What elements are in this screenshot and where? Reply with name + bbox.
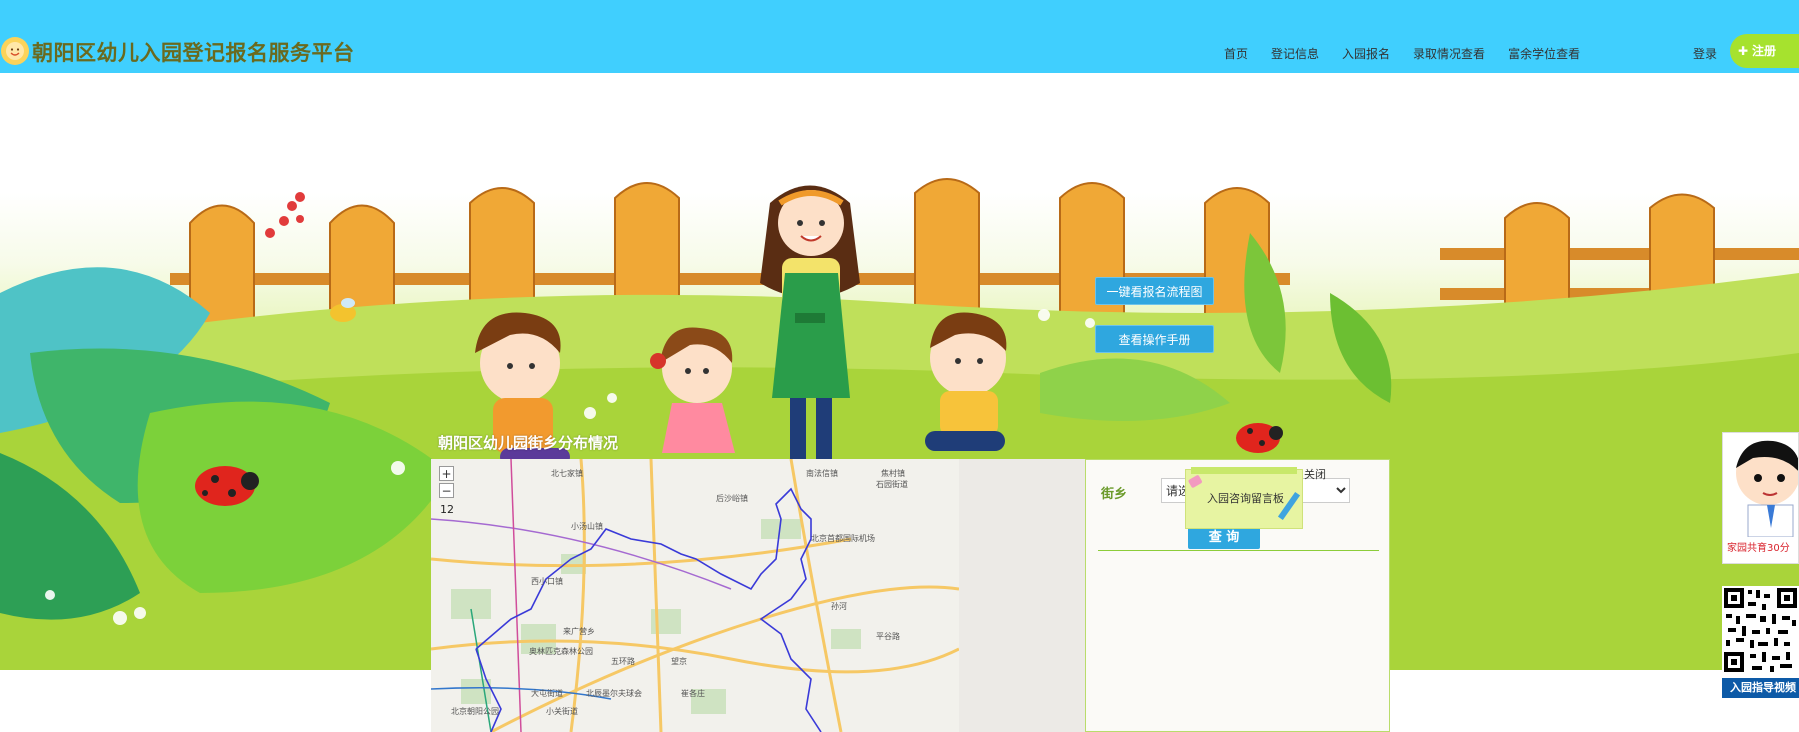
nav-vacancy-view[interactable]: 富余学位查看 [1508,45,1580,62]
header-bar: 朝阳区幼儿入园登记报名服务平台 首页 登记信息 入园报名 录取情况查看 富余学位… [0,0,1799,73]
site-title[interactable]: 朝阳区幼儿入园登记报名服务平台 [32,37,355,67]
login-link[interactable]: 登录 [1693,45,1717,62]
map-label: 石园街道 [876,479,908,489]
map-label: 北京首都国际机场 [811,533,875,543]
map-label: 小汤山镇 [571,521,603,531]
map-section-title: 朝阳区幼儿园街乡分布情况 [438,434,619,452]
eraser-icon [1188,475,1202,488]
nav-enrollment[interactable]: 入园报名 [1342,45,1390,62]
map-label: 五环路 [611,656,635,666]
map-label: 北京朝阳公园 [451,706,499,716]
map-label: 北七家镇 [551,468,583,478]
consult-close-link[interactable]: 关闭 [1304,466,1326,482]
guidance-video-caption[interactable]: 入园指导视频 [1722,678,1799,698]
district-map[interactable]: 北七家镇 南法信镇 焦村镇 石园街道 后沙峪镇 小汤山镇 北京首都国际机场 西小… [431,459,959,732]
map-label: 北辰墨尔夫球会 [586,688,642,698]
view-manual-button[interactable]: 查看操作手册 [1095,325,1214,353]
map-zoom-level: 12 [440,503,454,516]
map-zoom-in-button[interactable]: + [439,466,454,481]
sun-logo-icon [1,37,29,65]
query-button[interactable]: 查 询 [1188,526,1260,549]
register-label: 注册 [1752,44,1777,58]
cartoon-boy-image [1736,440,1798,538]
map-label: 来广营乡 [563,626,595,636]
map-label: 后沙峪镇 [716,493,748,503]
map-label: 西小口镇 [531,576,563,586]
nav-admission-results[interactable]: 录取情况查看 [1413,45,1485,62]
note-tape [1191,467,1297,474]
consult-label: 入园咨询留言板 [1207,492,1284,505]
family-education-banner[interactable]: 家园共育30分 [1722,432,1799,564]
map-label: 奥林匹克森林公园 [529,646,593,656]
street-label: 街乡 [1101,487,1128,502]
map-label: 平谷路 [876,631,900,641]
nav-registration-info[interactable]: 登记信息 [1271,45,1319,62]
map-label: 大屯街道 [531,688,563,698]
map-label: 孙河 [831,601,847,611]
add-user-icon: ✚ [1738,44,1749,58]
map-label: 崔各庄 [681,688,705,698]
main-nav: 首页 登记信息 入园报名 录取情况查看 富余学位查看 [1224,45,1603,62]
panel-divider [1098,550,1379,551]
family-education-caption: 家园共育30分 [1727,543,1790,554]
map-tiles: 北七家镇 南法信镇 焦村镇 石园街道 后沙峪镇 小汤山镇 北京首都国际机场 西小… [431,459,959,732]
qr-code-image[interactable] [1722,586,1799,678]
map-empty-area [959,459,1085,732]
map-zoom-out-button[interactable]: − [439,483,454,498]
view-flow-chart-button[interactable]: 一键看报名流程图 [1095,277,1214,305]
map-label: 小关街道 [546,706,578,716]
consult-message-board-button[interactable]: 入园咨询留言板 [1183,467,1305,529]
map-label: 望京 [671,656,687,666]
map-label: 焦村镇 [881,468,905,478]
register-button[interactable]: ✚ 注册 [1730,34,1799,68]
map-label: 南法信镇 [806,468,838,478]
nav-home[interactable]: 首页 [1224,45,1248,62]
